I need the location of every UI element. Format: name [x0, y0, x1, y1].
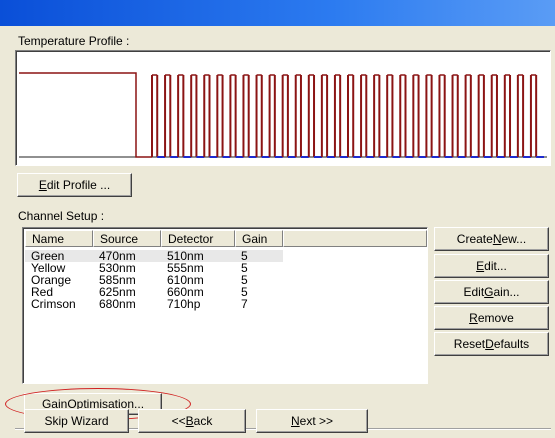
create-new-button[interactable]: Create New...	[434, 227, 549, 251]
remove-post: emove	[477, 311, 514, 325]
channel-list[interactable]: Name Source Detector Gain Green 470nm 510n…	[22, 227, 428, 384]
remove-mnemonic: R	[469, 311, 478, 325]
channel-row[interactable]: Orange 585nm 610nm 5	[25, 274, 427, 286]
edit-gain-mnemonic: G	[484, 285, 494, 299]
skip-wizard-button[interactable]: Skip Wizard	[24, 409, 129, 433]
create-new-post: ew...	[501, 232, 527, 246]
column-header-name[interactable]: Name	[25, 230, 93, 247]
back-mnemonic: B	[185, 414, 194, 428]
next-mnemonic: N	[290, 414, 300, 428]
channel-setup-label: Channel Setup :	[18, 209, 105, 223]
edit-gain-button[interactable]: Edit Gain...	[434, 280, 549, 304]
next-post: ext >>	[299, 414, 334, 428]
edit-profile-label: dit Profile ...	[46, 178, 111, 192]
next-button[interactable]: Next >>	[256, 409, 368, 433]
reset-defaults-mnemonic: D	[485, 337, 494, 351]
channel-name-cell: Crimson	[31, 297, 76, 311]
channel-source-cell: 680nm	[99, 297, 136, 311]
column-header-filler	[283, 230, 427, 247]
temperature-profile-chart	[15, 50, 551, 166]
edit-gain-pre: Edit	[463, 285, 485, 299]
reset-defaults-pre: Reset	[453, 337, 486, 351]
channel-list-header: Name Source Detector Gain	[25, 230, 427, 247]
remove-button[interactable]: Remove	[434, 306, 549, 330]
edit-channel-button[interactable]: Edit...	[434, 254, 549, 278]
channel-row[interactable]: Red 625nm 660nm 5	[25, 286, 427, 298]
column-header-gain[interactable]: Gain	[235, 230, 283, 247]
back-post: ack	[193, 414, 213, 428]
temperature-profile-label: Temperature Profile :	[18, 34, 130, 48]
column-header-detector[interactable]: Detector	[161, 230, 235, 247]
reset-defaults-button[interactable]: Reset Defaults	[434, 332, 549, 356]
create-new-pre: Create	[456, 232, 493, 246]
edit-mnemonic: E	[476, 259, 485, 273]
edit-profile-mnemonic: E	[38, 178, 47, 192]
temperature-profile-graphic	[19, 72, 547, 158]
channel-gain-cell: 7	[241, 297, 248, 311]
back-pre: <<	[171, 414, 186, 428]
title-bar	[0, 0, 555, 26]
column-header-source[interactable]: Source	[93, 230, 161, 247]
channel-row[interactable]: Yellow 530nm 555nm 5	[25, 262, 427, 274]
channel-row[interactable]: Crimson 680nm 710hp 7	[25, 298, 427, 310]
create-new-mnemonic: N	[492, 232, 502, 246]
hold-step-line	[19, 72, 152, 158]
edit-post: dit...	[484, 259, 507, 273]
edit-profile-button[interactable]: Edit Profile ...	[17, 173, 132, 197]
reset-defaults-post: efaults	[493, 337, 530, 351]
channel-detector-cell: 710hp	[167, 297, 201, 311]
edit-gain-post: ain...	[493, 285, 520, 299]
back-button[interactable]: << Back	[138, 409, 246, 433]
